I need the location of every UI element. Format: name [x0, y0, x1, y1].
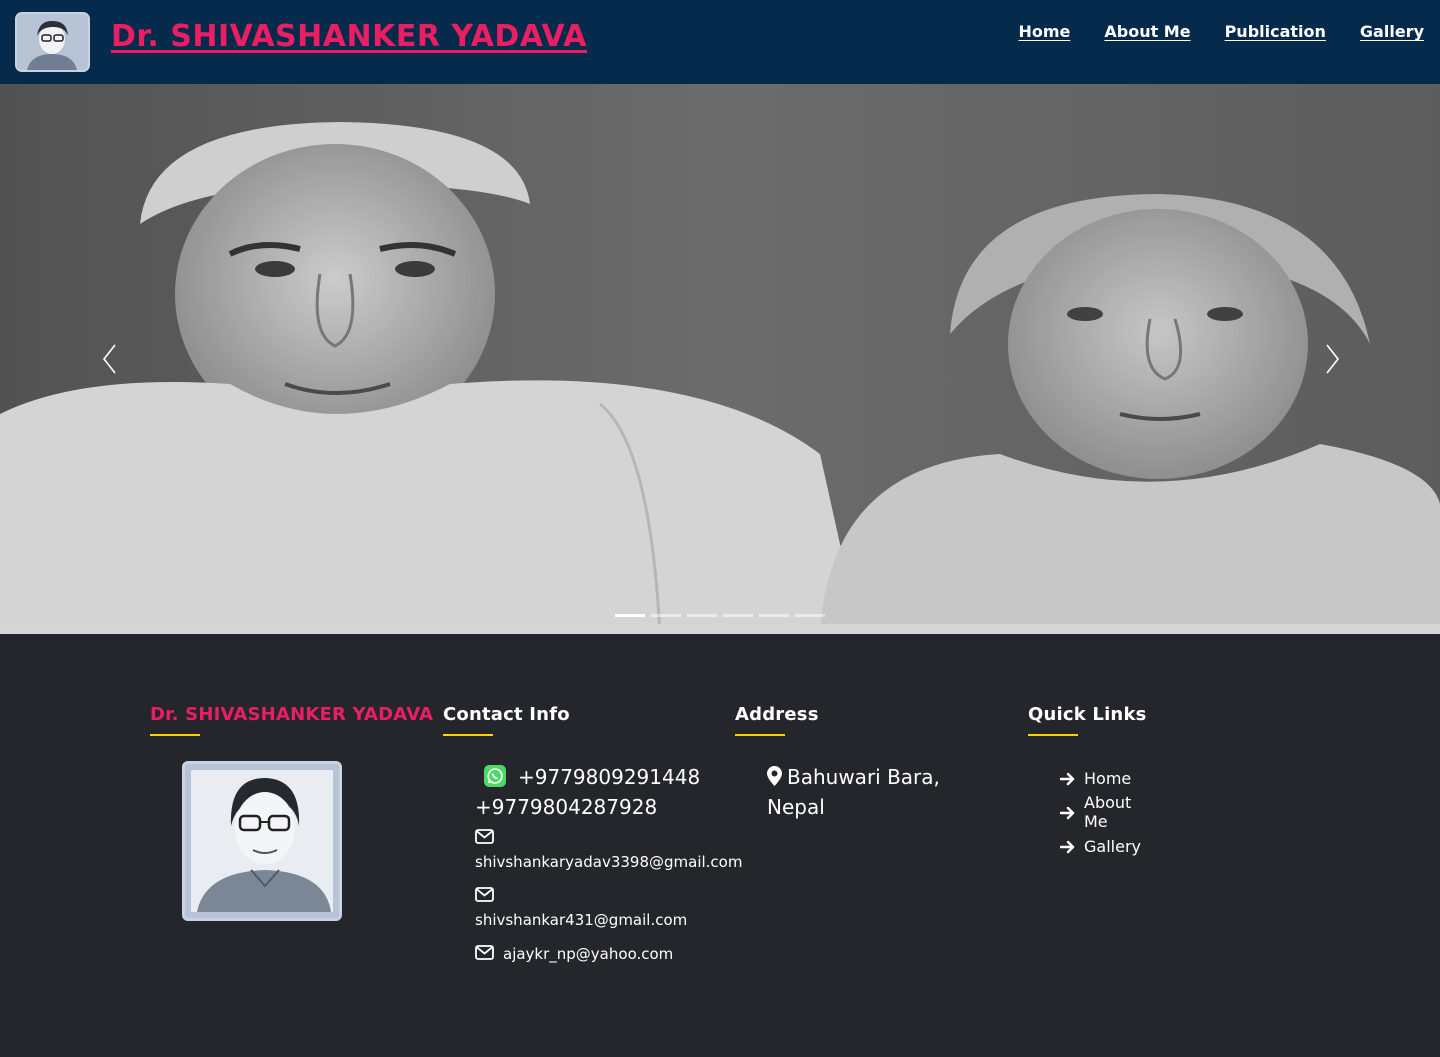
quick-link-label: About Me — [1084, 793, 1132, 831]
logo-avatar[interactable] — [15, 12, 90, 72]
carousel-prev-button[interactable] — [96, 342, 126, 376]
quick-link-about-me[interactable]: About Me — [1059, 793, 1147, 831]
phone-row: +9779809291448 +9779804287928 — [475, 762, 775, 822]
title-underline — [735, 734, 785, 736]
profile-photo — [182, 761, 342, 921]
arrow-right-icon — [1059, 839, 1075, 854]
main-nav: Home About Me Publication Gallery — [1018, 22, 1424, 41]
quick-link-gallery[interactable]: Gallery — [1059, 829, 1147, 863]
portrait-image — [185, 764, 339, 918]
title-underline — [443, 734, 493, 736]
footer-about-title: Dr. SHIVASHANKER YADAVA — [150, 704, 434, 725]
email-row-1: shivshankaryadav3398@gmail.com — [475, 826, 775, 874]
title-underline — [1028, 734, 1078, 736]
quick-link-home[interactable]: Home — [1059, 761, 1147, 795]
chevron-right-icon — [1326, 344, 1340, 374]
envelope-icon — [475, 827, 494, 844]
address-text-block: Bahuwari Bara, Nepal — [767, 762, 967, 822]
site-header: Dr. SHIVASHANKER YADAVA Home About Me Pu… — [0, 0, 1440, 84]
footer-about-column: Dr. SHIVASHANKER YADAVA — [150, 704, 434, 921]
contact-info: +9779809291448 +9779804287928 shivshanka… — [475, 762, 775, 966]
portrait-image — [17, 14, 88, 70]
footer-contact-title: Contact Info — [443, 704, 570, 725]
phone-number-2[interactable]: +9779804287928 — [475, 795, 657, 819]
email-row-2: shivshankar431@gmail.com — [475, 884, 775, 932]
nav-gallery[interactable]: Gallery — [1360, 22, 1424, 41]
arrow-right-icon — [1059, 805, 1075, 820]
site-footer: Dr. SHIVASHANKER YADAVA Contact Info +97… — [0, 634, 1440, 1057]
footer-contact-column: Contact Info +9779809291448 +97798042879… — [443, 704, 742, 963]
carousel-indicators — [615, 614, 825, 617]
indicator-5[interactable] — [759, 614, 789, 617]
indicator-6[interactable] — [795, 614, 825, 617]
footer-quick-links-column: Quick Links Home About Me Gallery — [1028, 704, 1147, 856]
chevron-left-icon — [102, 344, 116, 374]
footer-address-title: Address — [735, 704, 819, 725]
indicator-4[interactable] — [723, 614, 753, 617]
arrow-right-icon — [1059, 771, 1075, 786]
hero-overlay — [0, 84, 1440, 634]
site-title[interactable]: Dr. SHIVASHANKER YADAVA — [111, 19, 587, 54]
phone-number-1[interactable]: +9779809291448 — [518, 765, 700, 789]
map-marker-icon — [767, 764, 782, 786]
footer-quick-links-title: Quick Links — [1028, 704, 1147, 725]
quick-link-label: Home — [1084, 768, 1132, 788]
quick-links-list: Home About Me Gallery — [1059, 761, 1147, 863]
nav-home[interactable]: Home — [1018, 22, 1070, 41]
email-3[interactable]: ajaykr_np@yahoo.com — [503, 945, 673, 963]
indicator-1[interactable] — [615, 614, 645, 617]
title-underline — [150, 734, 200, 736]
nav-about-me[interactable]: About Me — [1104, 22, 1190, 41]
envelope-icon — [475, 885, 494, 902]
email-2[interactable]: shivshankar431@gmail.com — [475, 911, 687, 929]
envelope-icon — [475, 943, 494, 960]
email-1[interactable]: shivshankaryadav3398@gmail.com — [475, 853, 742, 871]
email-row-3: ajaykr_np@yahoo.com — [475, 942, 775, 966]
quick-link-label: Gallery — [1084, 836, 1141, 856]
indicator-3[interactable] — [687, 614, 717, 617]
whatsapp-icon — [484, 765, 506, 787]
footer-address-column: Address Bahuwari Bara, Nepal — [735, 704, 940, 819]
nav-publication[interactable]: Publication — [1225, 22, 1326, 41]
address-text: Bahuwari Bara, Nepal — [767, 765, 940, 819]
carousel-next-button[interactable] — [1316, 342, 1346, 376]
indicator-2[interactable] — [651, 614, 681, 617]
hero-carousel — [0, 84, 1440, 634]
